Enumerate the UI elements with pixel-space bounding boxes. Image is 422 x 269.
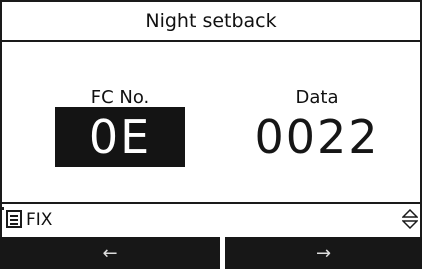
menu-indicator-dot [1, 207, 4, 210]
up-down-arrow-icon[interactable] [402, 209, 418, 229]
fc-number-value[interactable]: 0E [55, 107, 185, 167]
mode-label: FIX [26, 210, 53, 230]
divider [0, 202, 422, 204]
data-label: Data [295, 87, 339, 108]
left-arrow-button[interactable]: ← [0, 237, 220, 269]
screen-title: Night setback [2, 2, 420, 42]
fc-number-label: FC No. [90, 87, 150, 108]
right-arrow-button[interactable]: → [225, 237, 422, 269]
menu-list-icon[interactable] [6, 210, 22, 228]
data-value[interactable]: 0022 [244, 107, 390, 167]
